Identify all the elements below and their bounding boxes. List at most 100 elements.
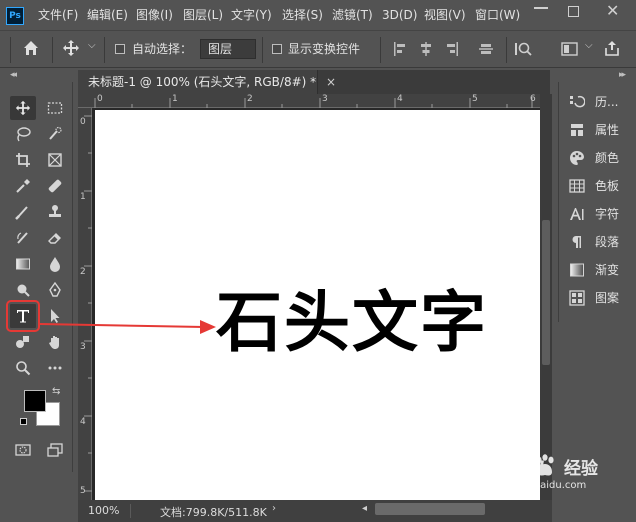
- vertical-scroll-thumb[interactable]: [542, 220, 550, 365]
- ruler-label: 6: [530, 94, 536, 104]
- separator: [104, 37, 105, 63]
- menu-file[interactable]: 文件(F): [38, 0, 78, 30]
- panel-swatches[interactable]: 色板: [559, 172, 636, 200]
- menu-edit[interactable]: 编辑(E): [87, 0, 128, 30]
- lasso-tool-button[interactable]: [10, 122, 36, 146]
- panel-color-label: 颜色: [595, 151, 620, 165]
- document-tab-bar: 未标题-1 @ 100% (石头文字, RGB/8#) * ×: [78, 70, 550, 94]
- menu-type[interactable]: 文字(Y): [231, 0, 272, 30]
- options-grip: [10, 37, 11, 63]
- auto-select-label: 自动选择：: [132, 42, 193, 56]
- quick-mask-icon[interactable]: [10, 438, 36, 462]
- document-tab[interactable]: 未标题-1 @ 100% (石头文字, RGB/8#) * ×: [78, 70, 336, 94]
- clone-stamp-tool-button[interactable]: [42, 200, 68, 224]
- align-middle-icon[interactable]: [478, 41, 494, 61]
- blur-tool-button[interactable]: [42, 252, 68, 276]
- paragraph-icon: [569, 234, 585, 250]
- panel-properties[interactable]: 属性: [559, 116, 636, 144]
- chevron-down-icon[interactable]: ⌵: [88, 40, 96, 51]
- panel-color[interactable]: 颜色: [559, 144, 636, 172]
- menu-3d[interactable]: 3D(D): [382, 0, 417, 30]
- separator: [52, 37, 53, 63]
- close-window-icon[interactable]: ✕: [606, 0, 619, 22]
- zoom-tool-button[interactable]: [10, 356, 36, 380]
- auto-select-checkbox[interactable]: [115, 44, 125, 54]
- quick-select-tool-button[interactable]: [42, 122, 68, 146]
- type-tool-button[interactable]: [6, 300, 40, 332]
- healing-brush-tool-button[interactable]: [42, 174, 68, 198]
- menu-layer[interactable]: 图层(L): [183, 0, 223, 30]
- document-tab-title: 未标题-1 @ 100% (石头文字, RGB/8#) *: [88, 75, 317, 89]
- menu-view[interactable]: 视图(V): [424, 0, 466, 30]
- zoom-level[interactable]: 100%: [88, 504, 119, 517]
- document-size-info[interactable]: 文档:799.8K/511.8K: [160, 504, 267, 520]
- layer-dropdown[interactable]: 图层: [200, 39, 256, 59]
- tools-panel: ⇆: [6, 82, 73, 472]
- scroll-left-icon[interactable]: ◂: [362, 503, 367, 514]
- right-panel-dock: 历... 属性 颜色 色板 字符 段落 渐变 图案: [558, 82, 636, 322]
- separator: [506, 37, 507, 63]
- menu-bar: Ps 文件(F) 编辑(E) 图像(I) 图层(L) 文字(Y) 选择(S) 滤…: [0, 0, 636, 30]
- panel-character[interactable]: 字符: [559, 200, 636, 228]
- brush-tool-button[interactable]: [10, 200, 36, 224]
- panel-paragraph-label: 段落: [595, 235, 620, 249]
- crop-tool-button[interactable]: [10, 148, 36, 172]
- home-icon[interactable]: [22, 39, 40, 61]
- share-icon[interactable]: [603, 39, 621, 61]
- maximize-icon[interactable]: [568, 6, 579, 17]
- more-tools-icon[interactable]: [42, 356, 68, 380]
- align-left-icon[interactable]: [392, 41, 408, 61]
- status-menu-chevron-icon[interactable]: ›: [272, 503, 276, 514]
- shape-tool-button[interactable]: [10, 330, 36, 354]
- move-tool-icon[interactable]: [62, 39, 80, 61]
- panel-dock-collapse-icon[interactable]: ▸▸: [619, 70, 626, 80]
- separator: [262, 37, 263, 63]
- eyedropper-tool-button[interactable]: [10, 174, 36, 198]
- pen-tool-button[interactable]: [42, 278, 68, 302]
- marquee-tool-button[interactable]: [42, 96, 68, 120]
- more-options-icon[interactable]: [514, 40, 532, 62]
- panel-gradient[interactable]: 渐变: [559, 256, 636, 284]
- horizontal-ruler: 0 1 2 3 4 5 6: [78, 94, 540, 108]
- panel-paragraph[interactable]: 段落: [559, 228, 636, 256]
- gradient-tool-button[interactable]: [10, 252, 36, 276]
- canvas-text-layer[interactable]: 石头文字: [216, 286, 488, 360]
- panel-patterns-label: 图案: [595, 291, 620, 305]
- panel-patterns[interactable]: 图案: [559, 284, 636, 312]
- workspace-chevron-icon[interactable]: ⌵: [585, 40, 593, 51]
- menu-window[interactable]: 窗口(W): [475, 0, 520, 30]
- panel-swatches-label: 色板: [595, 179, 620, 193]
- menu-select[interactable]: 选择(S): [282, 0, 323, 30]
- character-icon: [569, 206, 585, 222]
- show-transform-checkbox[interactable]: [272, 44, 282, 54]
- watermark-url: jingyan.baidu.com: [494, 480, 587, 491]
- ruler-label: 2: [80, 267, 86, 277]
- close-tab-icon[interactable]: ×: [326, 75, 336, 89]
- patterns-icon: [569, 290, 585, 306]
- dodge-tool-button[interactable]: [10, 278, 36, 302]
- history-brush-tool-button[interactable]: [10, 226, 36, 250]
- photoshop-logo-icon[interactable]: Ps: [6, 7, 24, 25]
- foreground-color-swatch[interactable]: [24, 390, 46, 412]
- watermark-brand: Baidu: [490, 455, 545, 475]
- move-tool-button[interactable]: [10, 96, 36, 120]
- panel-history[interactable]: 历...: [559, 88, 636, 116]
- ruler-label: 0: [97, 94, 103, 104]
- menu-image[interactable]: 图像(I): [136, 0, 173, 30]
- vertical-ruler: 0 1 2 3 4 5: [78, 108, 92, 500]
- panel-history-label: 历...: [595, 95, 619, 109]
- eraser-tool-button[interactable]: [42, 226, 68, 250]
- align-center-icon[interactable]: [418, 41, 434, 61]
- workspace-icon[interactable]: [561, 41, 579, 61]
- horizontal-scroll-thumb[interactable]: [375, 503, 485, 515]
- toolbar-collapse-icon[interactable]: ◂◂: [10, 70, 17, 80]
- minimize-icon[interactable]: [534, 7, 548, 9]
- screen-mode-icon[interactable]: [42, 438, 68, 462]
- default-colors-icon[interactable]: [20, 418, 27, 425]
- align-right-icon[interactable]: [444, 41, 460, 61]
- swap-colors-icon[interactable]: ⇆: [52, 386, 60, 397]
- frame-tool-button[interactable]: [42, 148, 68, 172]
- menu-filter[interactable]: 滤镜(T): [332, 0, 373, 30]
- ruler-label: 1: [172, 94, 178, 104]
- ruler-label: 1: [80, 192, 86, 202]
